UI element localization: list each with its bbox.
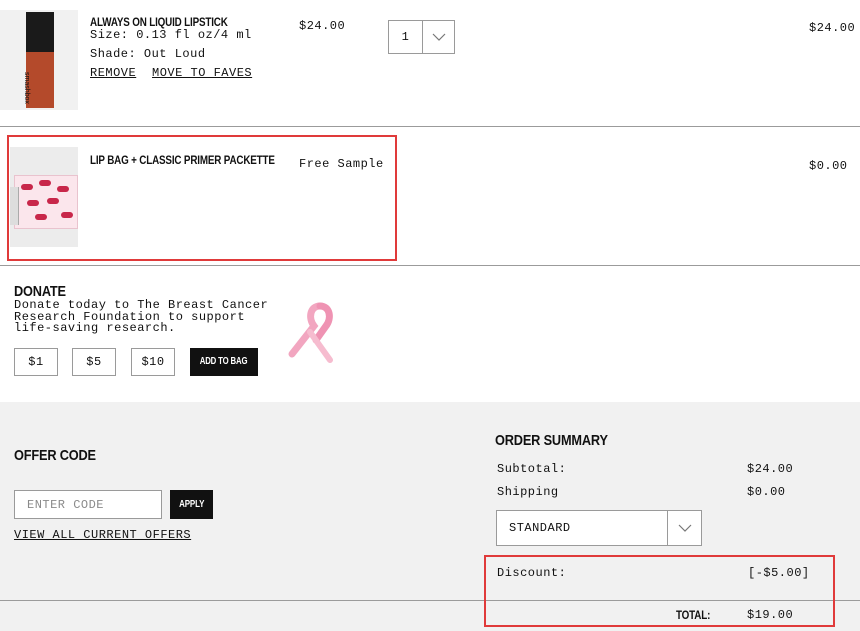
highlight-box-discount [484,555,835,627]
shipping-label: Shipping [497,485,559,499]
chevron-down-icon[interactable] [423,21,454,53]
donate-10-button[interactable]: $10 [131,348,175,376]
shipping-method-select[interactable]: STANDARD [496,510,702,546]
add-to-bag-button[interactable]: ADD TO BAG [190,348,258,376]
shipping-method-value: STANDARD [509,521,571,535]
donate-1-button[interactable]: $1 [14,348,58,376]
add-to-bag-label: ADD TO BAG [200,356,248,367]
pink-ribbon-icon [286,302,344,364]
donate-description-line: life-saving research. [14,321,176,335]
highlight-box-sample-item [7,135,397,261]
divider [0,265,860,266]
view-all-offers-link[interactable]: VIEW ALL CURRENT OFFERS [14,528,191,542]
move-to-faves-link[interactable]: MOVE TO FAVES [152,66,252,80]
shipping-value: $0.00 [747,485,786,499]
offer-code-field[interactable] [15,491,161,518]
subtotal-label: Subtotal: [497,462,567,476]
item-shade: Shade: Out Loud [90,47,206,61]
subtotal-value: $24.00 [747,462,794,476]
lipstick-cap-shape [26,12,54,52]
donate-description: Donate today to The Breast Cancer Resear… [14,299,268,335]
donate-5-button[interactable]: $5 [72,348,116,376]
apply-label: APPLY [178,499,205,510]
order-summary-title: ORDER SUMMARY [495,432,608,449]
offer-code-input[interactable] [14,490,162,519]
unit-price: $24.00 [299,19,346,33]
remove-link[interactable]: REMOVE [90,66,136,80]
offer-code-title: OFFER CODE [14,447,96,464]
line-total: $0.00 [809,159,848,173]
divider [0,126,860,127]
item-size: Size: 0.13 fl oz/4 ml [90,28,252,42]
product-image-lipstick[interactable]: smashbox [0,10,78,110]
brand-text-on-image: smashbox [23,72,30,104]
quantity-select[interactable]: 1 [388,20,455,54]
chevron-down-icon[interactable] [668,511,701,545]
quantity-value: 1 [401,30,410,44]
apply-button[interactable]: APPLY [170,490,213,519]
item-name[interactable]: ALWAYS ON LIQUID LIPSTICK [90,15,228,29]
line-total: $24.00 [809,21,856,35]
